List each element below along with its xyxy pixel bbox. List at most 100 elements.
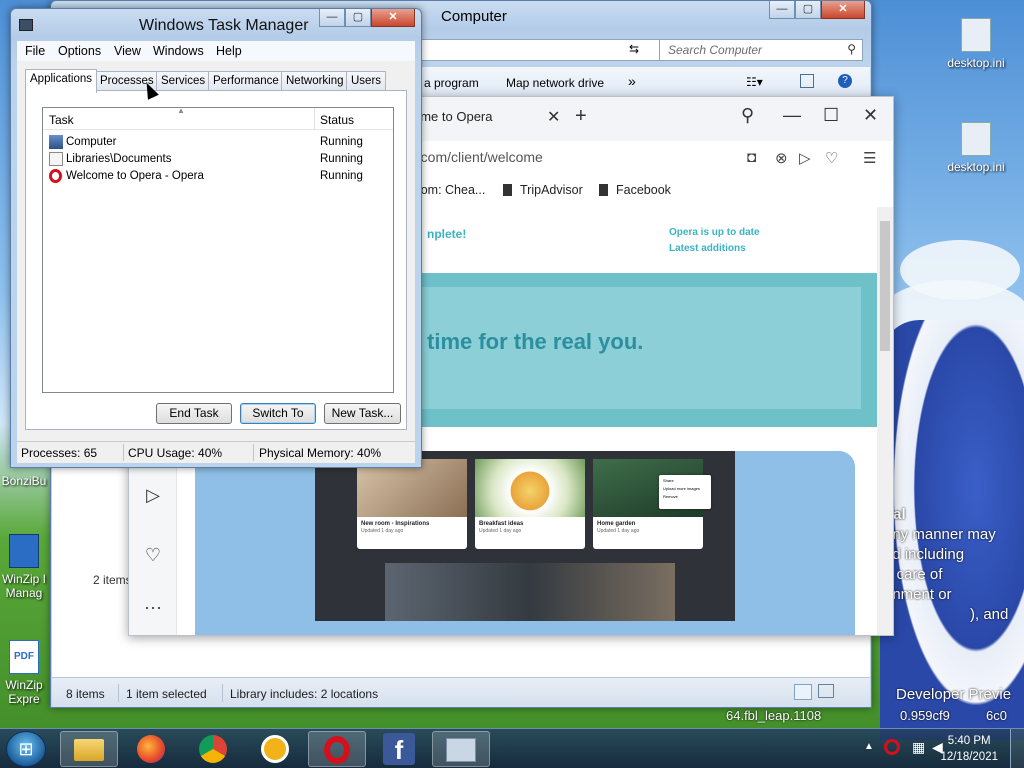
list-header: ▲ Task Status [43, 106, 393, 130]
page-scrollbar[interactable] [877, 207, 893, 635]
taskbar-explorer[interactable] [60, 731, 118, 767]
show-hidden-icons[interactable]: ▲ [864, 741, 874, 752]
latest-additions-link[interactable]: Latest additions [669, 243, 746, 254]
task-manager-icon [446, 738, 476, 762]
more-commands-button[interactable]: » [628, 73, 636, 89]
view-options-icon[interactable]: ☷▾ [746, 75, 763, 89]
switch-to-button[interactable]: Switch To [240, 403, 316, 424]
column-task[interactable]: Task [49, 113, 74, 127]
close-window-icon[interactable]: ✕ [863, 105, 878, 126]
desktop-icon-ini[interactable]: desktop.ini [940, 122, 1012, 174]
desktop-icon-label: desktop.ini [947, 56, 1005, 70]
tab-services[interactable]: Services [156, 71, 211, 91]
map-network-drive-button[interactable]: Map network drive [506, 76, 604, 90]
network-icon[interactable]: ▦ [912, 739, 925, 756]
task-manager-window[interactable]: Windows Task Manager — ▢ ✕ File Options … [10, 8, 422, 468]
tab-welcome-title[interactable]: ome to Opera [413, 109, 493, 124]
maximize-button[interactable]: ▢ [795, 1, 821, 19]
heart-icon[interactable]: ♡ [825, 149, 838, 167]
desktop-icon-ini[interactable]: desktop.ini [940, 18, 1012, 70]
clock[interactable]: 5:40 PM 12/18/2021 [940, 733, 998, 765]
menu-item[interactable]: Share [663, 477, 707, 485]
taskbar-facebook[interactable]: f [370, 731, 428, 767]
firefox-icon [137, 735, 165, 763]
minimize-button[interactable]: — [319, 9, 345, 27]
bookmark-item[interactable]: Facebook [599, 183, 671, 197]
menu-file[interactable]: File [25, 44, 45, 58]
desktop-icon-winzip-express[interactable]: PDF WinZip Expre [0, 640, 54, 706]
setup-complete-heading: nplete! [427, 227, 467, 241]
column-status[interactable]: Status [320, 113, 354, 127]
task-list[interactable]: ▲ Task Status Computer Running Libraries… [42, 106, 394, 393]
taskbar-security[interactable] [246, 731, 304, 767]
send-icon[interactable]: ▷ [799, 149, 811, 167]
opera-icon [49, 169, 62, 183]
uninstall-program-button[interactable]: a program [424, 76, 479, 90]
menu-windows[interactable]: Windows [153, 44, 204, 58]
maximize-button[interactable]: ▢ [345, 9, 371, 27]
tab-applications[interactable]: Applications [25, 69, 98, 93]
menu-help[interactable]: Help [216, 44, 242, 58]
menu-view[interactable]: View [114, 44, 141, 58]
wallpaper-text: 64.fbl_leap.1108 [726, 708, 822, 723]
window-title: Computer [441, 8, 507, 25]
taskbar-firefox[interactable] [122, 731, 180, 767]
photo-strip [385, 563, 675, 621]
maximize-icon[interactable]: ☐ [823, 105, 839, 126]
snapshot-icon[interactable]: ◘ [747, 149, 756, 166]
minimize-button[interactable]: — [769, 1, 795, 19]
task-row[interactable]: Libraries\Documents Running [43, 151, 393, 168]
search-tabs-icon[interactable]: ⚲ [741, 105, 754, 126]
bookmark-item[interactable]: .com: Chea... [411, 183, 485, 197]
help-icon[interactable]: ? [838, 74, 852, 88]
preview-pane-icon[interactable] [800, 74, 814, 88]
menu-options[interactable]: Options [58, 44, 101, 58]
refresh-icon[interactable]: ⇆ [623, 39, 645, 61]
show-desktop-button[interactable] [1010, 729, 1024, 768]
start-button[interactable]: ⊞ [6, 731, 46, 767]
tab-networking[interactable]: Networking [281, 71, 349, 91]
desktop-icon-winzip-manager[interactable]: WinZip I Manag [0, 534, 54, 600]
new-tab-icon[interactable]: + [575, 105, 587, 128]
large-icons-view-icon[interactable] [818, 684, 834, 698]
bookmark-item[interactable]: TripAdvisor [503, 183, 583, 197]
taskbar-opera[interactable] [308, 731, 366, 767]
heart-icon[interactable]: ♡ [129, 545, 177, 566]
search-placeholder: Search Computer [668, 43, 763, 57]
close-tab-icon[interactable]: ✕ [547, 107, 560, 127]
menu-item[interactable]: Upload more images [663, 485, 707, 493]
details-view-icon[interactable] [794, 684, 812, 700]
card-title: Breakfast ideas [479, 521, 524, 527]
opera-up-to-date-link[interactable]: Opera is up to date [669, 227, 760, 238]
tab-users[interactable]: Users [346, 71, 387, 91]
more-icon[interactable]: ··· [129, 597, 177, 618]
menu-item[interactable]: Remove [663, 493, 707, 501]
tab-performance[interactable]: Performance [208, 71, 284, 91]
card-context-menu: Share Upload more images Remove [659, 475, 711, 509]
end-task-button[interactable]: End Task [156, 403, 232, 424]
block-ads-icon[interactable]: ⊗ [775, 149, 788, 167]
taskbar-task-manager[interactable] [432, 731, 490, 767]
search-input[interactable]: Search Computer ⚲ [659, 39, 863, 61]
file-icon [961, 122, 991, 156]
address-bar[interactable]: ▼ [421, 39, 697, 61]
new-task-button[interactable]: New Task... [324, 403, 401, 424]
opera-tray-icon[interactable] [884, 739, 900, 755]
task-row[interactable]: Computer Running [43, 134, 393, 151]
close-button[interactable]: ✕ [821, 1, 865, 19]
scrollbar-thumb[interactable] [880, 221, 890, 351]
taskbar-chrome[interactable] [184, 731, 242, 767]
send-icon[interactable]: ▷ [129, 485, 177, 506]
opera-icon [324, 736, 350, 764]
task-row[interactable]: Welcome to Opera - Opera Running [43, 168, 393, 185]
easy-setup-icon[interactable]: ☰ [863, 149, 876, 167]
close-button[interactable]: ✕ [371, 9, 415, 27]
card-title: Home garden [597, 521, 636, 527]
wallpaper-text: 0.959cf9 [900, 708, 950, 723]
pdf-icon: PDF [9, 640, 39, 674]
desktop-icon-bonzibuddy[interactable]: BonziBu [0, 474, 52, 488]
minimize-icon[interactable]: — [783, 105, 801, 126]
column-separator[interactable] [314, 108, 315, 130]
pinboard-card: Home garden Updated 1 day ago Share Uplo… [593, 459, 711, 549]
url-text[interactable]: a.com/client/welcome [409, 149, 543, 165]
